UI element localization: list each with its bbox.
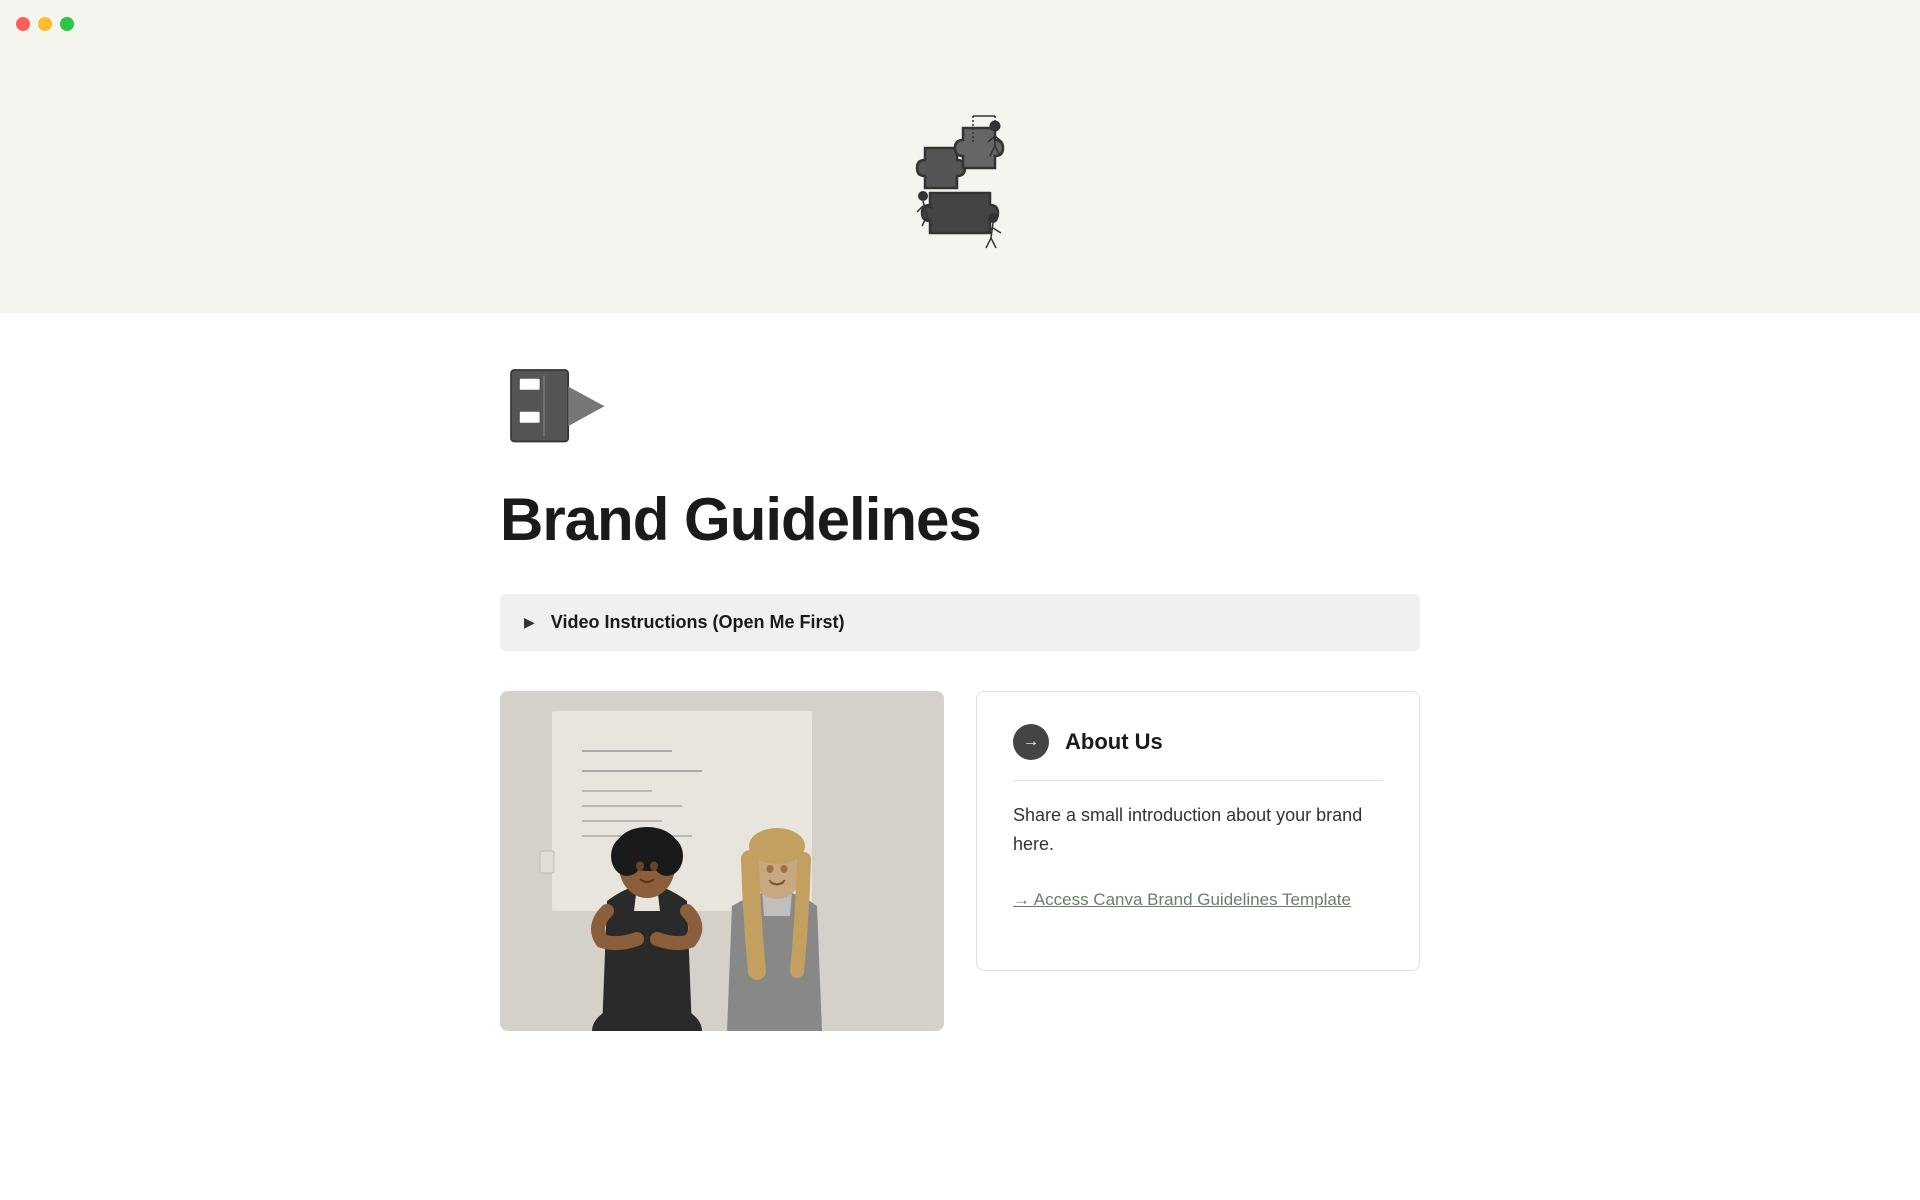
about-header: → About Us xyxy=(1013,724,1383,781)
two-column-section: → About Us Share a small introduction ab… xyxy=(500,691,1420,1031)
callout-label: Video Instructions (Open Me First) xyxy=(551,612,845,633)
close-button[interactable] xyxy=(16,17,30,31)
cover-area xyxy=(0,48,1920,313)
about-title: About Us xyxy=(1065,729,1163,755)
page-content: Brand Guidelines ▶ Video Instructions (O… xyxy=(360,313,1560,1111)
callout-arrow-icon: ▶ xyxy=(524,614,535,631)
maximize-button[interactable] xyxy=(60,17,74,31)
about-card: → About Us Share a small introduction ab… xyxy=(976,691,1420,971)
about-description: Share a small introduction about your br… xyxy=(1013,801,1383,859)
about-arrow-icon: → xyxy=(1013,724,1049,760)
puzzle-icon xyxy=(895,108,1025,263)
brand-icon-row xyxy=(500,353,1420,453)
women-photo-placeholder xyxy=(500,691,944,1031)
video-instructions-callout[interactable]: ▶ Video Instructions (Open Me First) xyxy=(500,594,1420,651)
titlebar xyxy=(0,0,1920,48)
minimize-button[interactable] xyxy=(38,17,52,31)
canva-template-link[interactable]: → Access Canva Brand Guidelines Template xyxy=(1013,890,1351,909)
page-title: Brand Guidelines xyxy=(500,485,1420,554)
team-photo-card xyxy=(500,691,944,1031)
